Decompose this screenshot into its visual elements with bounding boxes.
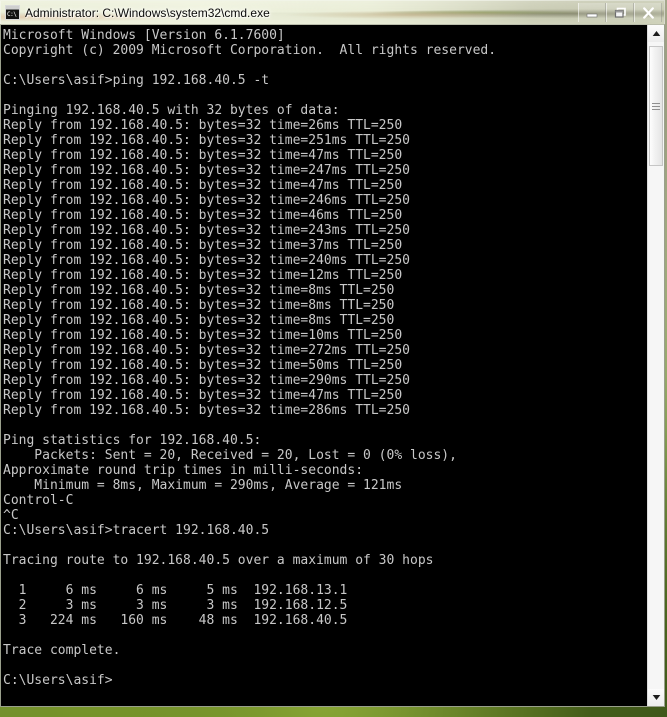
console-line: Packets: Sent = 20, Received = 20, Lost … bbox=[3, 448, 457, 463]
console-line: Approximate round trip times in milli-se… bbox=[3, 463, 364, 478]
console-line: Reply from 192.168.40.5: bytes=32 time=3… bbox=[3, 238, 403, 253]
console-line: Reply from 192.168.40.5: bytes=32 time=2… bbox=[3, 133, 410, 148]
console-line: 3 224 ms 160 ms 48 ms 192.168.40.5 bbox=[3, 613, 348, 628]
console-line: Reply from 192.168.40.5: bytes=32 time=8… bbox=[3, 283, 395, 298]
console-line: 2 3 ms 3 ms 3 ms 192.168.12.5 bbox=[3, 598, 348, 613]
console-line: Reply from 192.168.40.5: bytes=32 time=2… bbox=[3, 373, 410, 388]
chevron-up-icon bbox=[652, 31, 660, 36]
cmd-window: C:\ Administrator: C:\Windows\system32\c… bbox=[0, 0, 665, 707]
console-line: Reply from 192.168.40.5: bytes=32 time=2… bbox=[3, 193, 410, 208]
console-line: Reply from 192.168.40.5: bytes=32 time=8… bbox=[3, 313, 395, 328]
console-line: Reply from 192.168.40.5: bytes=32 time=2… bbox=[3, 118, 403, 133]
scroll-down-arrow[interactable] bbox=[648, 689, 664, 706]
console-line: Reply from 192.168.40.5: bytes=32 time=4… bbox=[3, 208, 403, 223]
console-line: Reply from 192.168.40.5: bytes=32 time=4… bbox=[3, 148, 403, 163]
console-line: Reply from 192.168.40.5: bytes=32 time=8… bbox=[3, 298, 395, 313]
console-line: Reply from 192.168.40.5: bytes=32 time=1… bbox=[3, 328, 403, 343]
close-button[interactable] bbox=[634, 3, 662, 22]
console-line: Reply from 192.168.40.5: bytes=32 time=4… bbox=[3, 178, 403, 193]
console-line: Reply from 192.168.40.5: bytes=32 time=2… bbox=[3, 163, 410, 178]
minimize-button[interactable] bbox=[578, 3, 606, 22]
console-line: Ping statistics for 192.168.40.5: bbox=[3, 433, 262, 448]
console-line: 1 6 ms 6 ms 5 ms 192.168.13.1 bbox=[3, 583, 348, 598]
console-line: Pinging 192.168.40.5 with 32 bytes of da… bbox=[3, 103, 340, 118]
icon-screen-text: C:\ bbox=[7, 11, 17, 18]
chevron-down-icon bbox=[652, 695, 660, 700]
console-line: Tracing route to 192.168.40.5 over a max… bbox=[3, 553, 434, 568]
window-controls bbox=[578, 2, 662, 23]
console-line: Reply from 192.168.40.5: bytes=32 time=4… bbox=[3, 388, 403, 403]
close-icon bbox=[642, 6, 654, 19]
scrollbar-grip-icon bbox=[652, 101, 660, 112]
restore-button[interactable] bbox=[606, 3, 634, 22]
console-line: C:\Users\asif>tracert 192.168.40.5 bbox=[3, 523, 270, 538]
console-line: Reply from 192.168.40.5: bytes=32 time=2… bbox=[3, 403, 410, 418]
console-line: ^C bbox=[3, 508, 19, 523]
console-line: Reply from 192.168.40.5: bytes=32 time=5… bbox=[3, 358, 403, 373]
cmd-console-icon[interactable]: C:\ bbox=[5, 5, 20, 20]
console-line: Reply from 192.168.40.5: bytes=32 time=2… bbox=[3, 253, 410, 268]
console-line: Reply from 192.168.40.5: bytes=32 time=2… bbox=[3, 223, 410, 238]
scrollbar-track[interactable] bbox=[648, 42, 664, 689]
scrollbar-thumb[interactable] bbox=[649, 46, 663, 166]
console-line: Reply from 192.168.40.5: bytes=32 time=1… bbox=[3, 268, 403, 283]
console-line: C:\Users\asif>ping 192.168.40.5 -t bbox=[3, 73, 270, 88]
console-line: Microsoft Windows [Version 6.1.7600] bbox=[3, 28, 285, 43]
console-line: Minimum = 8ms, Maximum = 290ms, Average … bbox=[3, 478, 403, 493]
window-title: Administrator: C:\Windows\system32\cmd.e… bbox=[25, 5, 270, 20]
title-bar[interactable]: C:\ Administrator: C:\Windows\system32\c… bbox=[0, 0, 665, 24]
minimize-icon bbox=[586, 13, 598, 17]
restore-icon bbox=[614, 7, 626, 18]
console-line: Trace complete. bbox=[3, 643, 121, 658]
vertical-scrollbar[interactable] bbox=[647, 25, 664, 706]
scroll-up-arrow[interactable] bbox=[648, 25, 664, 42]
console-output[interactable]: Microsoft Windows [Version 6.1.7600] Copy… bbox=[1, 25, 647, 706]
console-line: Reply from 192.168.40.5: bytes=32 time=2… bbox=[3, 343, 410, 358]
console-line: Copyright (c) 2009 Microsoft Corporation… bbox=[3, 43, 497, 58]
console-line: C:\Users\asif> bbox=[3, 673, 113, 688]
console-area: Microsoft Windows [Version 6.1.7600] Copy… bbox=[0, 24, 665, 707]
console-line: Control-C bbox=[3, 493, 74, 508]
